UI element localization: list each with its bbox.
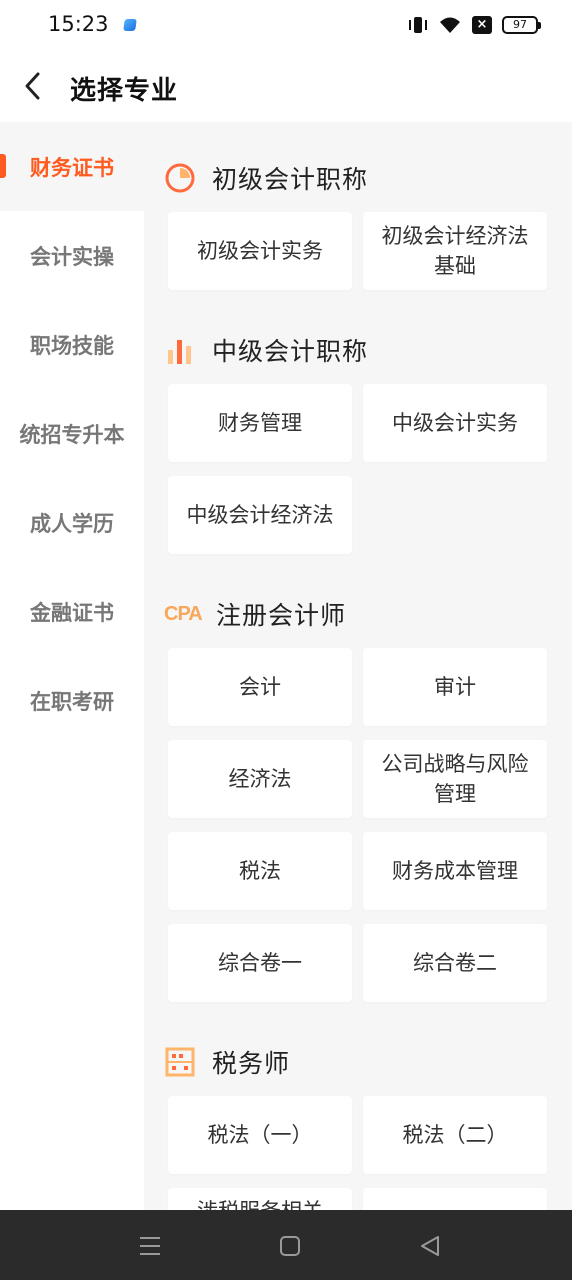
section-title: 中级会计职称	[212, 337, 369, 366]
course-card[interactable]: 税法	[168, 832, 352, 910]
back-nav-button[interactable]	[416, 1232, 444, 1260]
course-card[interactable]: 综合卷一	[168, 924, 352, 1002]
sidebar-item-financial-cert[interactable]: 金融证书	[0, 567, 144, 656]
status-bar: 15:23 × 97	[0, 0, 572, 52]
course-card[interactable]: 会计	[168, 648, 352, 726]
course-card[interactable]: 中级会计实务	[363, 384, 547, 462]
no-sim-icon: ×	[472, 16, 492, 34]
course-card[interactable]: 初级会计实务	[168, 212, 352, 290]
course-card[interactable]	[363, 1188, 547, 1210]
course-card[interactable]: 财务管理	[168, 384, 352, 462]
page-title: 选择专业	[70, 76, 179, 106]
sidebar-item-postgrad-exam[interactable]: 在职考研	[0, 656, 144, 745]
abacus-icon	[164, 1046, 196, 1078]
section-header: 税务师	[164, 1042, 290, 1082]
status-time: 15:23	[48, 12, 109, 36]
battery-icon: 97	[502, 16, 541, 34]
home-icon	[280, 1236, 300, 1256]
bar-chart-icon	[164, 334, 196, 366]
system-nav-bar	[0, 1210, 572, 1280]
pie-chart-icon	[164, 162, 196, 194]
course-card[interactable]: 税法（二）	[363, 1096, 547, 1174]
section-title: 税务师	[212, 1049, 291, 1078]
course-card[interactable]: 初级会计经济法基础	[363, 212, 547, 290]
section-title: 注册会计师	[216, 601, 347, 630]
course-card[interactable]: 财务成本管理	[363, 832, 547, 910]
course-card[interactable]: 税法（一）	[168, 1096, 352, 1174]
chevron-left-icon	[25, 72, 40, 100]
section-header: CPA 注册会计师	[164, 594, 346, 634]
course-list: 初级会计职称 初级会计实务 初级会计经济法基础 中级会计职称 财务管理 中级会计…	[144, 122, 572, 1210]
course-card[interactable]: 中级会计经济法	[168, 476, 352, 554]
triangle-back-icon	[421, 1236, 439, 1256]
menu-icon	[140, 1237, 160, 1255]
sidebar-item-adult-education[interactable]: 成人学历	[0, 478, 144, 567]
sidebar-item-accounting-practice[interactable]: 会计实操	[0, 211, 144, 300]
menu-button[interactable]	[136, 1232, 164, 1260]
course-card[interactable]: 涉税服务相关	[168, 1188, 352, 1210]
sidebar-item-finance-cert[interactable]: 财务证书	[0, 122, 144, 211]
vibrate-icon	[408, 15, 428, 35]
sidebar-item-workplace-skills[interactable]: 职场技能	[0, 300, 144, 389]
app-header: 选择专业	[0, 52, 572, 122]
status-icons: × 97	[408, 14, 541, 36]
cpa-icon: CPA	[164, 603, 203, 625]
category-sidebar: 财务证书 会计实操 职场技能 统招专升本 成人学历 金融证书 在职考研	[0, 122, 144, 1210]
course-card[interactable]: 经济法	[168, 740, 352, 818]
home-button[interactable]	[276, 1232, 304, 1260]
course-card[interactable]: 审计	[363, 648, 547, 726]
back-button[interactable]	[18, 68, 48, 104]
course-card[interactable]: 公司战略与风险管理	[363, 740, 547, 818]
app-notification-icon	[123, 19, 137, 31]
section-header: 初级会计职称	[164, 158, 368, 198]
section-title: 初级会计职称	[212, 165, 369, 194]
wifi-icon	[440, 17, 460, 33]
course-card[interactable]: 综合卷二	[363, 924, 547, 1002]
section-header: 中级会计职称	[164, 330, 368, 370]
sidebar-item-upgrade-degree[interactable]: 统招专升本	[0, 389, 144, 478]
